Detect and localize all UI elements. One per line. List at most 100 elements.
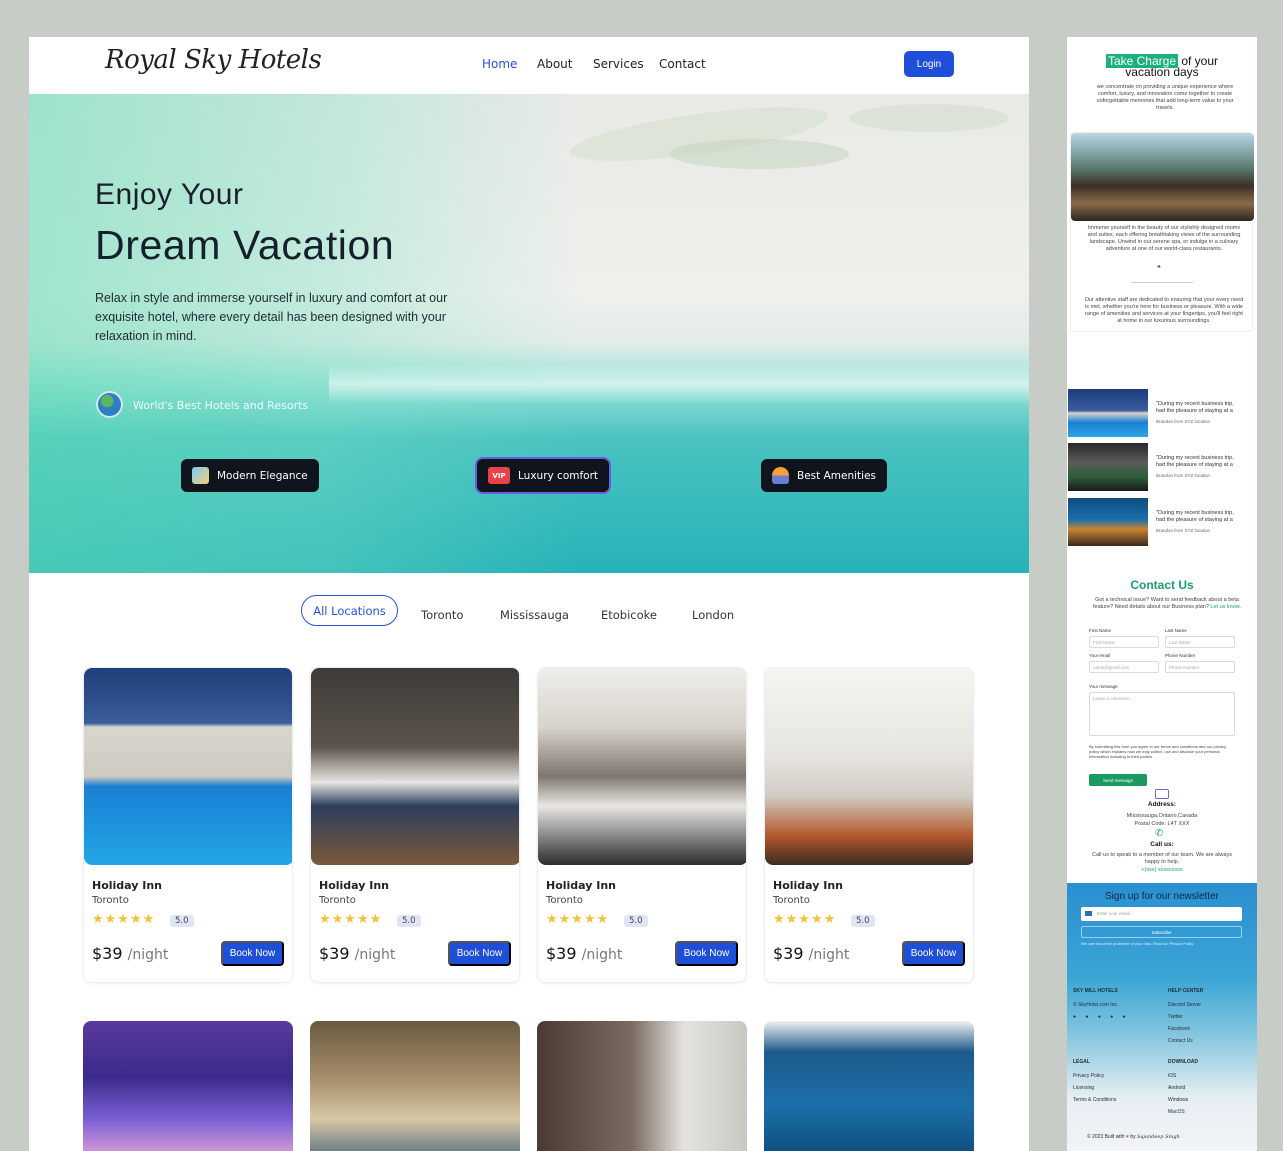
hotel-image[interactable] xyxy=(310,1021,520,1151)
social-icons[interactable]: ● ● ● ● ● xyxy=(1073,1014,1130,1020)
feature-pill-luxury-comfort[interactable]: VIP Luxury comfort xyxy=(477,459,610,492)
contact-link[interactable]: Let us know. xyxy=(1210,604,1241,610)
price-unit: /night xyxy=(808,947,850,963)
review-quote: "During my recent business trip, had the … xyxy=(1156,510,1234,524)
nav-contact[interactable]: Contact xyxy=(659,57,706,71)
hero-tagline: World's Best Hotels and Resorts xyxy=(133,399,309,412)
hotel-image xyxy=(765,668,973,865)
price-value: $39 xyxy=(773,944,804,963)
brand-logo[interactable]: Royal Sky Hotels xyxy=(105,45,322,75)
review-quote-line2: had the pleasure of staying at a xyxy=(1156,408,1233,414)
call-desc: Call us to speak to a member of our team… xyxy=(1092,852,1232,865)
tab-toronto[interactable]: Toronto xyxy=(421,608,463,622)
book-now-button[interactable]: Book Now xyxy=(221,941,284,966)
hero-title-line1: Enjoy Your xyxy=(95,178,244,211)
footer-link[interactable]: Discord Server xyxy=(1168,1002,1201,1008)
footer-link[interactable]: iOS xyxy=(1168,1073,1176,1079)
newsletter-footer: Sign up for our newsletter Enter your em… xyxy=(1067,883,1257,1151)
hotel-image[interactable] xyxy=(764,1021,974,1151)
review-card[interactable]: "During my recent business trip, had the … xyxy=(1067,498,1257,548)
take-charge-heading: Take Charge of your vacation days xyxy=(1067,54,1257,79)
review-quote: "During my recent business trip, had the … xyxy=(1156,455,1234,469)
about-paragraph-2: Our attentive staff are dedicated to ens… xyxy=(1084,297,1244,324)
tab-mississauga[interactable]: Mississauga xyxy=(500,608,569,622)
price-value: $39 xyxy=(546,944,577,963)
hero-description: Relax in style and immerse yourself in l… xyxy=(95,291,448,343)
star-rating-icon: ★★★★★ xyxy=(773,912,837,927)
first-name-field[interactable]: First Name xyxy=(1089,636,1159,648)
pill-label: Best Amenities xyxy=(797,469,876,482)
price: $39 /night xyxy=(319,944,395,963)
book-now-button[interactable]: Book Now xyxy=(448,941,511,966)
tab-all-locations[interactable]: All Locations xyxy=(301,595,398,626)
footer-link[interactable]: Android xyxy=(1168,1085,1185,1091)
send-message-button[interactable]: Send message xyxy=(1089,774,1147,786)
take-charge-desc: we concentrate on providing a unique exp… xyxy=(1096,84,1234,111)
newsletter-email-input[interactable]: Enter your email xyxy=(1081,907,1242,921)
hotel-card[interactable]: Holiday Inn Toronto ★★★★★ 5.0 $39 /night… xyxy=(537,667,747,983)
review-card[interactable]: "During my recent business trip, had the … xyxy=(1067,443,1257,493)
pill-label: Modern Elegance xyxy=(217,469,308,482)
surf-line xyxy=(329,364,1029,404)
price: $39 /night xyxy=(92,944,168,963)
first-name-label: First Name xyxy=(1089,628,1112,633)
phone-number[interactable]: +(xxx) xxxxxxxxx xyxy=(1067,867,1257,874)
nav-home[interactable]: Home xyxy=(482,57,517,71)
nav-about[interactable]: About xyxy=(537,57,572,71)
footer-brand: SKY MILL HOTELS xyxy=(1073,988,1118,994)
main-page: Royal Sky Hotels Home About Services Con… xyxy=(29,37,1029,1151)
author-signature: Sajandeep Singh xyxy=(1137,1134,1180,1140)
review-quote-line1: "During my recent business trip, xyxy=(1156,455,1234,461)
price: $39 /night xyxy=(773,944,849,963)
dune-shape xyxy=(849,104,1009,132)
dune-shape xyxy=(669,139,849,169)
footer-link[interactable]: Contact Us xyxy=(1168,1038,1193,1044)
review-card[interactable]: "During my recent business trip, had the … xyxy=(1067,389,1257,439)
mobile-preview: Take Charge of your vacation days we con… xyxy=(1067,37,1257,1151)
last-name-field[interactable]: Last Name xyxy=(1165,636,1235,648)
login-button[interactable]: Login xyxy=(904,51,954,77)
footer-link[interactable]: Twitter xyxy=(1168,1014,1183,1020)
review-quote-line2: had the pleasure of staying at a xyxy=(1156,462,1233,468)
lounge-image xyxy=(1071,133,1254,221)
book-now-button[interactable]: Book Now xyxy=(902,941,965,966)
hotel-image[interactable] xyxy=(83,1021,293,1151)
feature-pill-best-amenities[interactable]: Best Amenities xyxy=(761,459,887,492)
subscribe-button[interactable]: Subscribe xyxy=(1081,926,1242,938)
hero-section: Enjoy Your Dream Vacation Relax in style… xyxy=(29,94,1029,573)
footer-link[interactable]: Facebook xyxy=(1168,1026,1190,1032)
globe-icon xyxy=(96,391,123,418)
hotel-image xyxy=(538,668,746,865)
review-image xyxy=(1068,389,1148,437)
tab-london[interactable]: London xyxy=(692,608,734,622)
picture-icon xyxy=(192,467,209,484)
hotel-name: Holiday Inn xyxy=(773,879,844,892)
review-image xyxy=(1068,443,1148,491)
footer-link[interactable]: Terms & Conditions xyxy=(1073,1097,1116,1103)
review-quote-line1: "During my recent business trip, xyxy=(1156,401,1234,407)
hotel-name: Holiday Inn xyxy=(546,879,617,892)
footer-link[interactable]: Privacy Policy xyxy=(1073,1073,1104,1079)
hotel-card[interactable]: Holiday Inn Toronto ★★★★★ 5.0 $39 /night… xyxy=(83,667,293,983)
pill-label: Luxury comfort xyxy=(518,469,599,482)
hotel-image xyxy=(311,668,519,865)
footer-link[interactable]: Windows xyxy=(1168,1097,1188,1103)
feature-pill-modern-elegance[interactable]: Modern Elegance xyxy=(181,459,319,492)
footer-link[interactable]: MacOS xyxy=(1168,1109,1185,1115)
heading-line2: vacation days xyxy=(1125,65,1199,79)
nav-services[interactable]: Services xyxy=(593,57,644,71)
footer-help-heading: HELP CENTER xyxy=(1168,988,1204,994)
hotel-card[interactable]: Holiday Inn Toronto ★★★★★ 5.0 $39 /night… xyxy=(310,667,520,983)
hotel-name: Holiday Inn xyxy=(92,879,163,892)
review-image xyxy=(1068,498,1148,546)
email-field[interactable]: name@gmail.com xyxy=(1089,661,1159,673)
hotel-card[interactable]: Holiday Inn Toronto ★★★★★ 5.0 $39 /night… xyxy=(764,667,974,983)
message-textarea[interactable]: Leave a comment... xyxy=(1089,692,1235,736)
hotel-city: Toronto xyxy=(319,895,356,906)
tab-etobicoke[interactable]: Etobicoke xyxy=(601,608,657,622)
footer-link[interactable]: Licensing xyxy=(1073,1085,1094,1091)
hotel-image[interactable] xyxy=(537,1021,747,1151)
phone-field[interactable]: Phone Number xyxy=(1165,661,1235,673)
divider xyxy=(1131,282,1193,283)
book-now-button[interactable]: Book Now xyxy=(675,941,738,966)
